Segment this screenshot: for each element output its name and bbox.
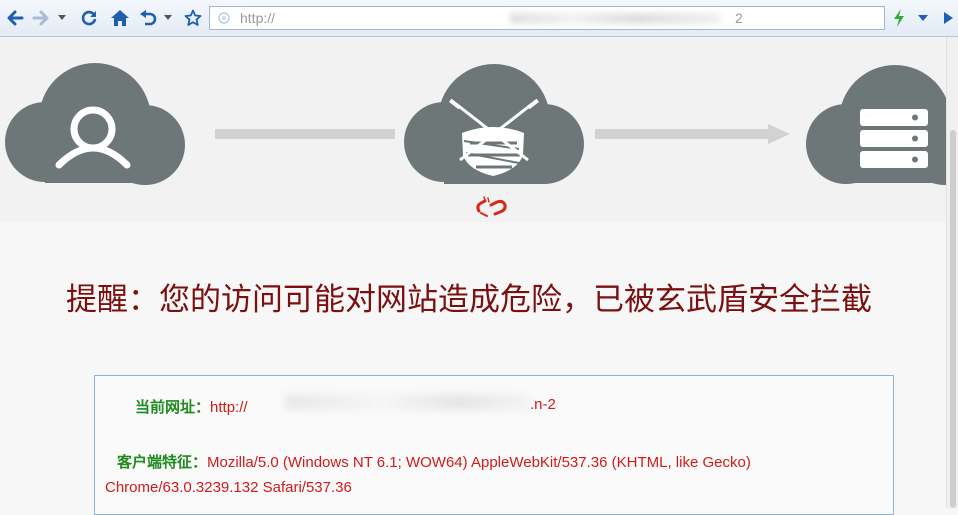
undo-dropdown[interactable]	[162, 4, 174, 32]
user-cloud-icon	[5, 63, 185, 185]
address-bar[interactable]: http:// 2	[209, 6, 885, 30]
url-end-text: 2	[735, 10, 743, 26]
client-value-line1: Mozilla/5.0 (Windows NT 6.1; WOW64) Appl…	[207, 454, 751, 471]
current-url-redacted	[285, 394, 530, 410]
url-text: http://	[240, 10, 276, 26]
forward-dropdown[interactable]	[56, 4, 68, 32]
client-row-2: Chrome/63.0.3239.132 Safari/537.36	[105, 479, 352, 496]
flow-line-left	[215, 129, 395, 139]
flow-illustration	[5, 63, 946, 217]
browser-toolbar: http:// 2	[0, 0, 958, 37]
current-url-row: 当前网址：http://	[135, 396, 248, 417]
home-icon	[111, 10, 129, 26]
arrow-head-icon	[768, 124, 790, 144]
address-dropdown[interactable]	[914, 4, 932, 32]
client-row: 客户端特征：Mozilla/5.0 (Windows NT 6.1; WOW64…	[117, 451, 751, 472]
current-url-suffix: .n-2	[530, 396, 556, 413]
page-title: 提醒：您的访问可能对网站造成危险，已被玄武盾安全拦截	[66, 282, 872, 318]
undo-icon	[140, 10, 157, 26]
arrow-left-icon	[7, 10, 24, 26]
flow-line-right	[595, 129, 770, 139]
current-url-end-row: .n-2	[530, 396, 556, 413]
info-box: 当前网址：http:// .n-2 客户端特征：Mozilla/5.0 (Win…	[94, 375, 894, 515]
shield-cloud-icon	[404, 64, 584, 184]
current-url-label: 当前网址：	[135, 399, 211, 416]
undo-button[interactable]	[137, 4, 159, 32]
url-redacted	[510, 13, 720, 24]
server-cloud-icon	[806, 65, 946, 185]
home-button[interactable]	[108, 4, 132, 32]
bolt-icon	[894, 9, 904, 27]
client-value-line2: Chrome/63.0.3239.132 Safari/537.36	[105, 479, 352, 496]
client-label: 客户端特征：	[117, 454, 208, 471]
arrow-right-icon	[32, 10, 49, 26]
refresh-icon	[81, 10, 97, 26]
star-icon	[184, 9, 202, 26]
broken-link-icon	[476, 196, 507, 217]
current-url-prefix: http://	[210, 399, 248, 416]
refresh-button[interactable]	[78, 4, 100, 32]
chevron-down-icon	[58, 15, 66, 20]
page-icon	[218, 12, 230, 24]
back-button[interactable]	[4, 4, 26, 32]
chevron-down-icon	[918, 15, 928, 21]
chevron-down-icon	[164, 15, 172, 20]
favorite-button[interactable]	[182, 4, 204, 32]
play-icon	[943, 12, 953, 24]
go-button[interactable]	[940, 4, 956, 32]
forward-button[interactable]	[30, 4, 52, 32]
speed-mode-button[interactable]	[890, 4, 908, 32]
scrollbar-thumb[interactable]	[950, 130, 956, 508]
